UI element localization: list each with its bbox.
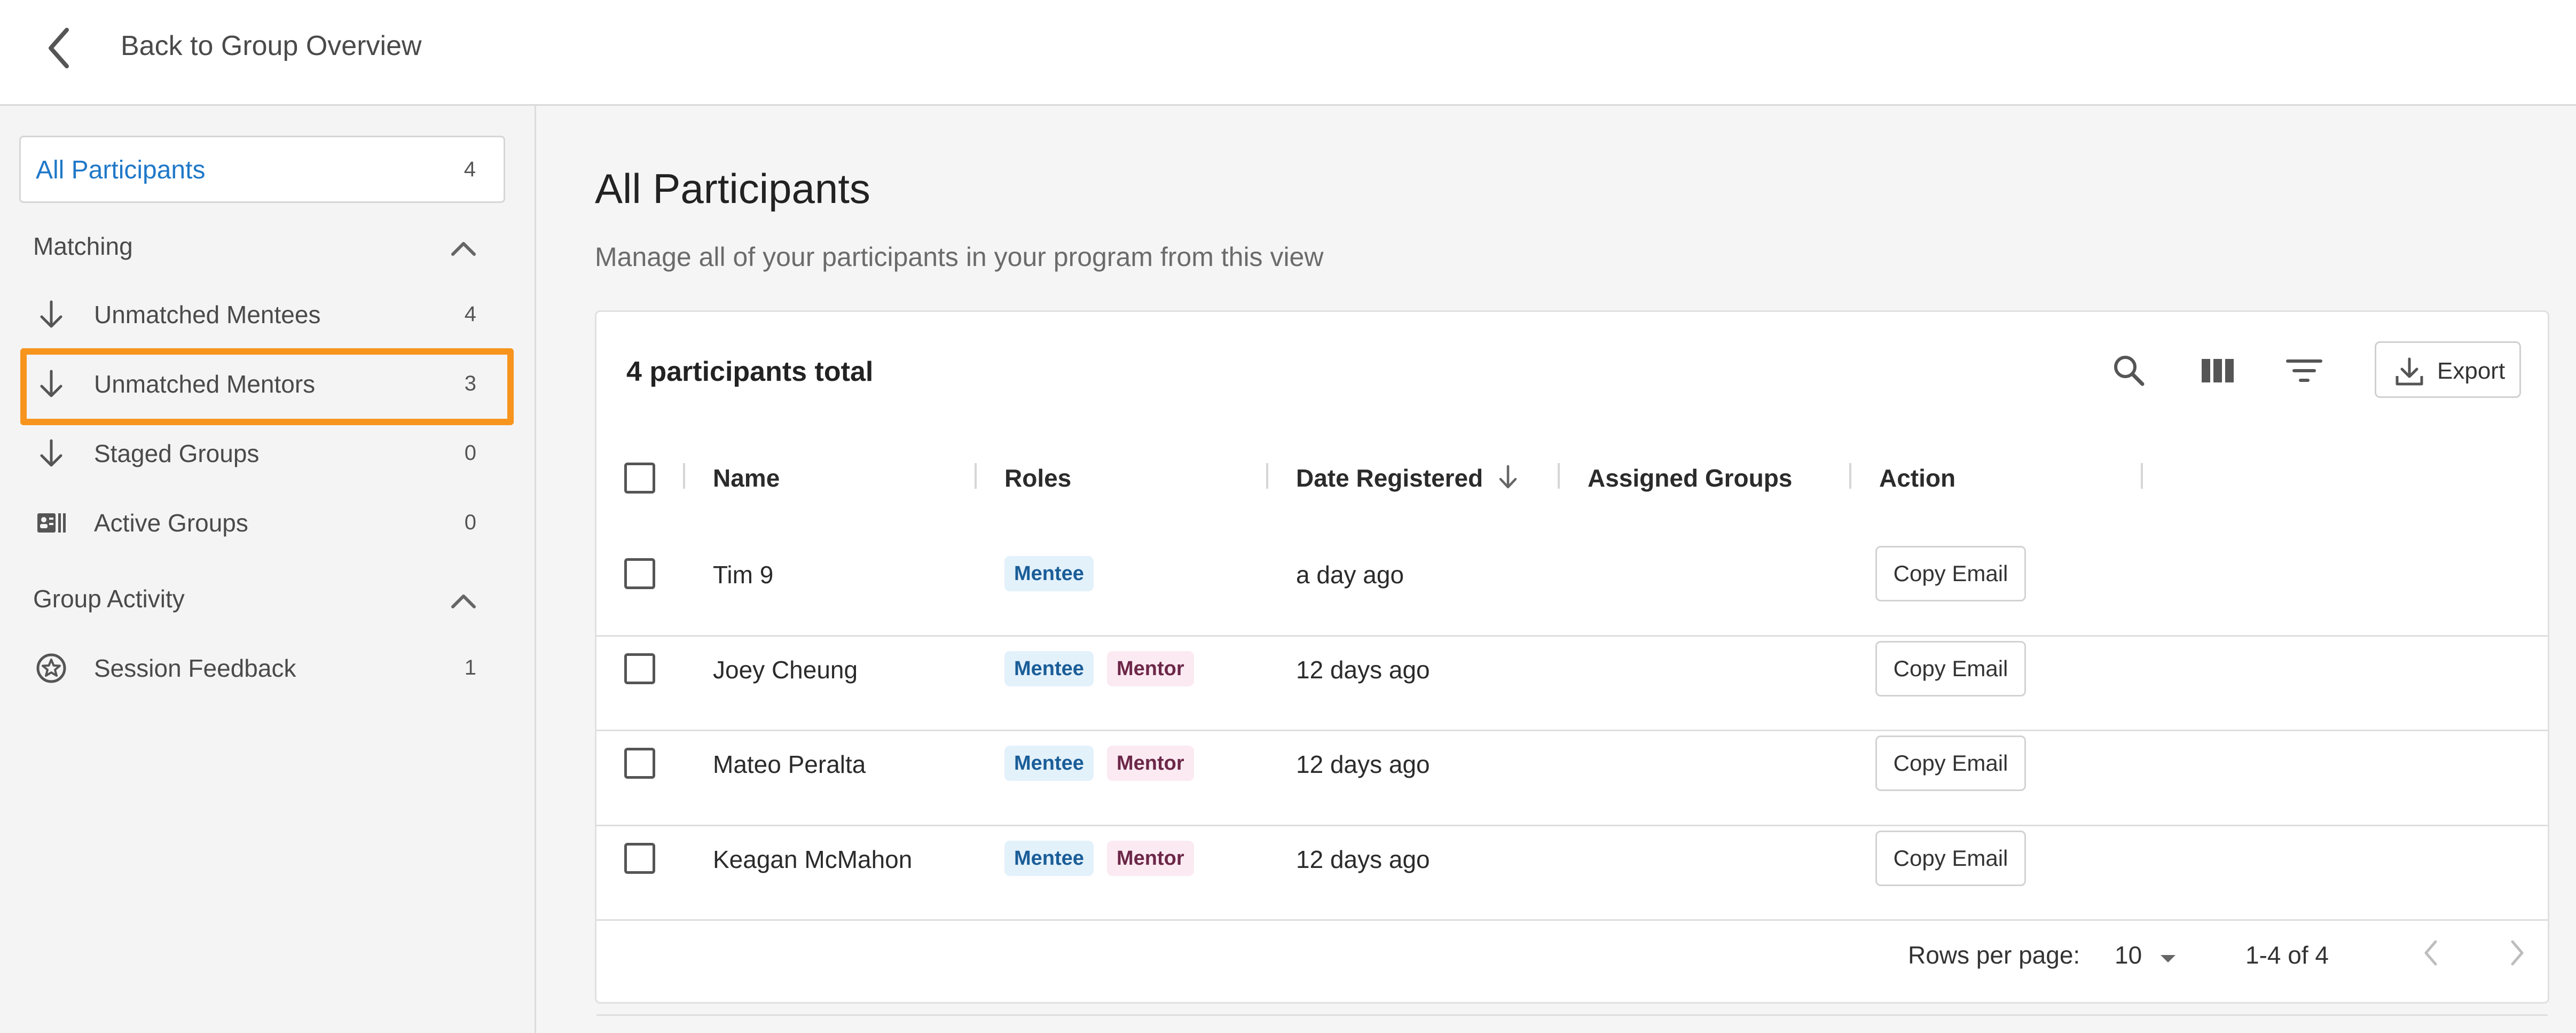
participants-table-card: 4 participants total Export Name Roles D…	[595, 310, 2549, 1016]
role-badge-mentor: Mentor	[1107, 841, 1194, 876]
divider	[596, 825, 2548, 826]
back-to-overview-link[interactable]: Back to Group Overview	[121, 30, 422, 62]
sidebar-item-count: 4	[464, 158, 476, 181]
copy-email-button[interactable]: Copy Email	[1875, 546, 2026, 601]
column-header-label: Date Registered	[1296, 464, 1483, 492]
page-title: All Participants	[595, 165, 870, 212]
sidebar-item-count: 4	[464, 302, 476, 326]
chevron-up-icon[interactable]	[447, 590, 480, 611]
caret-down-icon	[2160, 955, 2176, 962]
column-divider	[975, 463, 977, 489]
sidebar: All Participants 4 Matching Unmatched Me…	[0, 106, 536, 1033]
sidebar-item-staged-groups[interactable]: Staged Groups 0	[19, 420, 505, 487]
participant-name: Tim 9	[713, 561, 774, 589]
role-badge-mentee: Mentee	[1004, 556, 1094, 591]
column-divider	[1266, 463, 1268, 489]
sidebar-item-session-feedback[interactable]: Session Feedback 1	[19, 635, 505, 702]
copy-email-button[interactable]: Copy Email	[1875, 831, 2026, 886]
sidebar-item-unmatched-mentors[interactable]: Unmatched Mentors 3	[19, 350, 505, 418]
chevron-up-icon[interactable]	[447, 237, 480, 259]
role-badge-mentee: Mentee	[1004, 841, 1094, 876]
column-header-action[interactable]: Action	[1879, 464, 1955, 492]
rows-per-page-value: 10	[2115, 941, 2142, 969]
download-icon	[2396, 357, 2423, 386]
column-header-roles[interactable]: Roles	[1004, 464, 1071, 492]
main-content: All Participants Manage all of your part…	[536, 106, 2576, 1033]
chevron-left-icon	[2424, 940, 2437, 966]
column-divider	[1849, 463, 1851, 489]
sort-arrow-down-icon	[1499, 465, 1517, 489]
filter-icon	[2286, 359, 2322, 382]
date-registered: a day ago	[1296, 561, 1404, 589]
filter-button[interactable]	[2277, 344, 2331, 397]
rows-per-page-select[interactable]: 10	[2115, 941, 2178, 969]
date-registered: 12 days ago	[1296, 846, 1430, 873]
sidebar-item-label: Staged Groups	[94, 440, 260, 467]
pagination-range: 1-4 of 4	[2245, 941, 2329, 969]
arrow-down-icon	[40, 439, 62, 467]
sidebar-item-count: 0	[464, 511, 476, 534]
sidebar-item-active-groups[interactable]: Active Groups 0	[19, 489, 505, 557]
search-button[interactable]	[2102, 344, 2156, 397]
row-checkbox[interactable]	[624, 653, 655, 684]
date-registered: 12 days ago	[1296, 750, 1430, 778]
chevron-right-icon	[2511, 940, 2524, 966]
role-badge-mentor: Mentor	[1107, 746, 1194, 781]
export-button[interactable]: Export	[2375, 341, 2521, 398]
star-badge-icon	[36, 653, 66, 683]
select-all-checkbox[interactable]	[624, 463, 655, 494]
column-header-name[interactable]: Name	[713, 464, 780, 492]
participant-name: Mateo Peralta	[713, 750, 866, 778]
chevron-left-icon	[49, 28, 69, 68]
role-badge-mentee: Mentee	[1004, 746, 1094, 781]
sidebar-item-count: 0	[464, 441, 476, 465]
divider	[596, 919, 2548, 921]
columns-icon	[2202, 359, 2234, 382]
previous-page-button[interactable]	[2412, 934, 2449, 972]
search-icon	[2114, 356, 2145, 386]
sidebar-item-count: 1	[464, 656, 476, 679]
sidebar-item-label: All Participants	[36, 156, 206, 184]
divider	[596, 635, 2548, 637]
column-divider	[1558, 463, 1560, 489]
role-badge-mentee: Mentee	[1004, 651, 1094, 686]
top-bar: Back to Group Overview	[0, 0, 2576, 106]
participant-name: Keagan McMahon	[713, 846, 913, 873]
column-header-date-registered[interactable]: Date Registered	[1296, 464, 1520, 492]
column-divider	[2141, 463, 2143, 489]
column-header-assigned-groups[interactable]: Assigned Groups	[1588, 464, 1792, 492]
sidebar-item-count: 3	[464, 372, 476, 395]
row-checkbox[interactable]	[624, 843, 655, 874]
role-badge-mentor: Mentor	[1107, 651, 1194, 686]
copy-email-button[interactable]: Copy Email	[1875, 735, 2026, 791]
arrow-down-icon	[40, 300, 62, 328]
column-divider	[683, 463, 685, 489]
divider	[596, 1014, 2548, 1016]
sidebar-item-label: Session Feedback	[94, 654, 296, 682]
row-checkbox[interactable]	[624, 558, 655, 589]
export-label: Export	[2437, 358, 2506, 384]
divider	[596, 730, 2548, 731]
participant-name: Joey Cheung	[713, 656, 858, 684]
sidebar-item-label: Unmatched Mentors	[94, 370, 316, 398]
back-button[interactable]	[37, 21, 80, 75]
arrow-down-icon	[40, 370, 62, 397]
copy-email-button[interactable]: Copy Email	[1875, 641, 2026, 697]
sidebar-item-all-participants[interactable]: All Participants 4	[19, 136, 505, 203]
section-title-group-activity: Group Activity	[33, 585, 185, 613]
sidebar-item-label: Active Groups	[94, 509, 248, 537]
row-checkbox[interactable]	[624, 748, 655, 779]
columns-button[interactable]	[2191, 344, 2244, 397]
page-subtitle: Manage all of your participants in your …	[595, 242, 1324, 272]
sidebar-item-label: Unmatched Mentees	[94, 301, 321, 328]
participants-total: 4 participants total	[626, 356, 874, 387]
rows-per-page-label: Rows per page:	[1908, 941, 2080, 969]
sidebar-item-unmatched-mentees[interactable]: Unmatched Mentees 4	[19, 281, 505, 348]
next-page-button[interactable]	[2499, 934, 2536, 972]
section-title-matching: Matching	[33, 232, 133, 260]
group-card-icon	[37, 513, 66, 533]
date-registered: 12 days ago	[1296, 656, 1430, 684]
